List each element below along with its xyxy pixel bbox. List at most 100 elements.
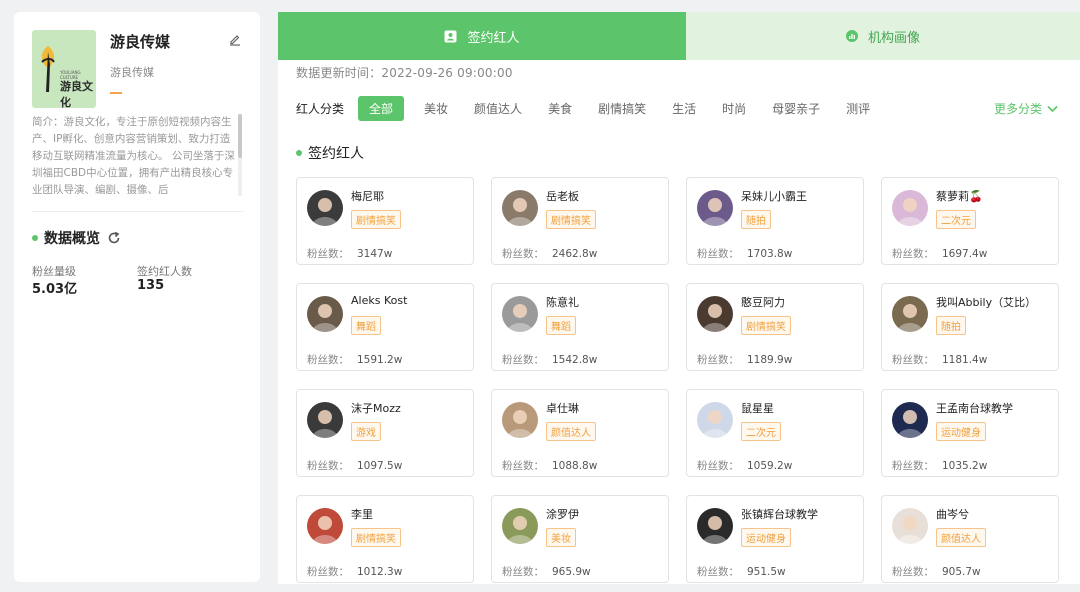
- section-title-text: 签约红人: [308, 146, 364, 162]
- category-tag: 舞蹈: [351, 316, 381, 335]
- fans-value: 1542.8w: [552, 354, 598, 366]
- category-tag: 剧情搞笑: [351, 528, 401, 547]
- category-chip-fashion[interactable]: 时尚: [722, 100, 746, 117]
- fans-value: 1697.4w: [942, 248, 988, 260]
- fans-value: 1059.2w: [747, 460, 793, 472]
- influencer-card[interactable]: 鼠星星 二次元 粉丝数： 1059.2w: [686, 389, 864, 477]
- influencer-name: 呆妹儿小霸王: [741, 190, 807, 203]
- fans-value: 951.5w: [747, 566, 786, 578]
- fans-label: 粉丝数：: [307, 248, 349, 260]
- fans-count: 粉丝数： 1097.5w: [307, 458, 402, 473]
- fans-value: 1035.2w: [942, 460, 988, 472]
- fans-label: 粉丝数：: [892, 566, 934, 578]
- category-tag: 二次元: [741, 422, 781, 441]
- influencer-card[interactable]: 梅尼耶 剧情搞笑 粉丝数： 3147w: [296, 177, 474, 265]
- avatar: [697, 190, 733, 226]
- tab-signed-influencers[interactable]: 签约红人: [278, 12, 686, 60]
- influencer-card[interactable]: Aleks Kost 舞蹈 粉丝数： 1591.2w: [296, 283, 474, 371]
- category-tag: 运动健身: [936, 422, 986, 441]
- tab-label: 签约红人: [467, 30, 520, 46]
- category-tag: 随拍: [936, 316, 966, 335]
- category-tag: 颜值达人: [546, 422, 596, 441]
- fans-level-label: 粉丝量级: [32, 265, 76, 278]
- fans-value: 1703.8w: [747, 248, 793, 260]
- category-filter: 红人分类 全部 美妆 颜值达人 美食 剧情搞笑 生活 时尚 母婴亲子 测评: [296, 95, 896, 121]
- influencer-card[interactable]: 涂罗伊 美妆 粉丝数： 965.9w: [491, 495, 669, 583]
- filter-label: 红人分类: [296, 101, 345, 116]
- fans-value: 3147w: [357, 248, 393, 260]
- influencer-name: 李里: [351, 508, 373, 521]
- category-chip-parenting[interactable]: 母婴亲子: [772, 100, 820, 117]
- influencer-card[interactable]: 憨豆阿力 剧情搞笑 粉丝数： 1189.9w: [686, 283, 864, 371]
- fans-value: 1591.2w: [357, 354, 403, 366]
- intro-scrollbar[interactable]: [238, 114, 242, 196]
- edit-icon[interactable]: [228, 32, 242, 46]
- fans-count: 粉丝数： 965.9w: [502, 564, 591, 579]
- fans-label: 粉丝数：: [307, 460, 349, 472]
- fans-label: 粉丝数：: [697, 566, 739, 578]
- category-chip-makeup[interactable]: 美妆: [424, 100, 448, 117]
- company-name: 游良传媒: [110, 33, 171, 51]
- category-tag: 运动健身: [741, 528, 791, 547]
- more-categories-label: 更多分类: [993, 102, 1042, 116]
- influencer-name: 张镇辉台球教学: [741, 508, 818, 521]
- influencer-card[interactable]: 卓仕琳 颜值达人 粉丝数： 1088.8w: [491, 389, 669, 477]
- main-panel: 签约红人 机构画像 数据更新时间：2022-09-26 09:00:00 红人分…: [278, 12, 1080, 584]
- more-categories-button[interactable]: 更多分类: [994, 100, 1058, 117]
- signed-count-value: 135: [137, 278, 165, 293]
- influencer-name: 王孟南台球教学: [936, 402, 1013, 415]
- fans-label: 粉丝数：: [697, 460, 739, 472]
- influencer-card[interactable]: 我叫Abbily（艾比） 随拍 粉丝数： 1181.4w: [881, 283, 1059, 371]
- divider: [32, 211, 244, 212]
- influencer-name: 岳老板: [546, 190, 579, 203]
- influencer-card[interactable]: 岳老板 剧情搞笑 粉丝数： 2462.8w: [491, 177, 669, 265]
- fans-label: 粉丝数：: [697, 354, 739, 366]
- fans-count: 粉丝数： 1697.4w: [892, 246, 987, 261]
- influencer-card[interactable]: 沫子Mozz 游戏 粉丝数： 1097.5w: [296, 389, 474, 477]
- chart-circle-icon: [845, 30, 858, 42]
- influencer-name: 蔡萝莉🍒: [936, 190, 983, 203]
- tab-org-profile[interactable]: 机构画像: [686, 12, 1080, 60]
- fans-label: 粉丝数：: [892, 354, 934, 366]
- influencer-name: 涂罗伊: [546, 508, 579, 521]
- influencer-card[interactable]: 陈意礼 舞蹈 粉丝数： 1542.8w: [491, 283, 669, 371]
- fans-count: 粉丝数： 1012.3w: [307, 564, 402, 579]
- category-tag: 随拍: [741, 210, 771, 229]
- influencer-card[interactable]: 曲岑兮 颜值达人 粉丝数： 905.7w: [881, 495, 1059, 583]
- category-chip-life[interactable]: 生活: [672, 100, 696, 117]
- category-chip-beauty[interactable]: 颜值达人: [474, 100, 522, 117]
- avatar: [892, 190, 928, 226]
- overview-title: 数据概览: [32, 228, 121, 248]
- category-tag: 游戏: [351, 422, 381, 441]
- fans-label: 粉丝数：: [502, 248, 544, 260]
- influencer-card[interactable]: 李里剧情搞笑粉丝数： 1012.3w: [296, 495, 474, 583]
- accent-divider: [110, 92, 122, 94]
- avatar: [892, 402, 928, 438]
- avatar: [892, 508, 928, 544]
- influencer-card[interactable]: 呆妹儿小霸王随拍粉丝数： 1703.8w: [686, 177, 864, 265]
- company-panel: YOULIANG CULTURE 游良文化 游良传媒 游良传媒 简介：游良文化，…: [14, 12, 260, 582]
- avatar: [307, 402, 343, 438]
- fans-count: 粉丝数： 2462.8w: [502, 246, 597, 261]
- section-title: 签约红人: [296, 143, 364, 163]
- category-chip-food[interactable]: 美食: [548, 100, 572, 117]
- avatar: [307, 296, 343, 332]
- influencer-card[interactable]: 张镇辉台球教学运动健身粉丝数： 951.5w: [686, 495, 864, 583]
- bullet-dot-icon: [32, 235, 38, 241]
- update-time: 数据更新时间：2022-09-26 09:00:00: [296, 66, 513, 80]
- influencer-card[interactable]: 蔡萝莉🍒 二次元 粉丝数： 1697.4w: [881, 177, 1059, 265]
- category-chip-comedy[interactable]: 剧情搞笑: [598, 100, 646, 117]
- fans-label: 粉丝数：: [697, 248, 739, 260]
- tab-label: 机构画像: [867, 30, 920, 46]
- fans-count: 粉丝数： 1591.2w: [307, 352, 402, 367]
- category-chip-all[interactable]: 全部: [358, 95, 405, 121]
- category-chip-review[interactable]: 测评: [846, 100, 870, 117]
- fans-label: 粉丝数：: [502, 354, 544, 366]
- fans-count: 粉丝数： 1189.9w: [697, 352, 792, 367]
- fans-count: 粉丝数： 905.7w: [892, 564, 981, 579]
- refresh-icon[interactable]: [107, 231, 121, 245]
- overview-title-text: 数据概览: [44, 231, 100, 247]
- fans-level-value: 5.03亿: [32, 282, 78, 297]
- influencer-card[interactable]: 王孟南台球教学 运动健身 粉丝数： 1035.2w: [881, 389, 1059, 477]
- influencer-name: 曲岑兮: [936, 508, 969, 521]
